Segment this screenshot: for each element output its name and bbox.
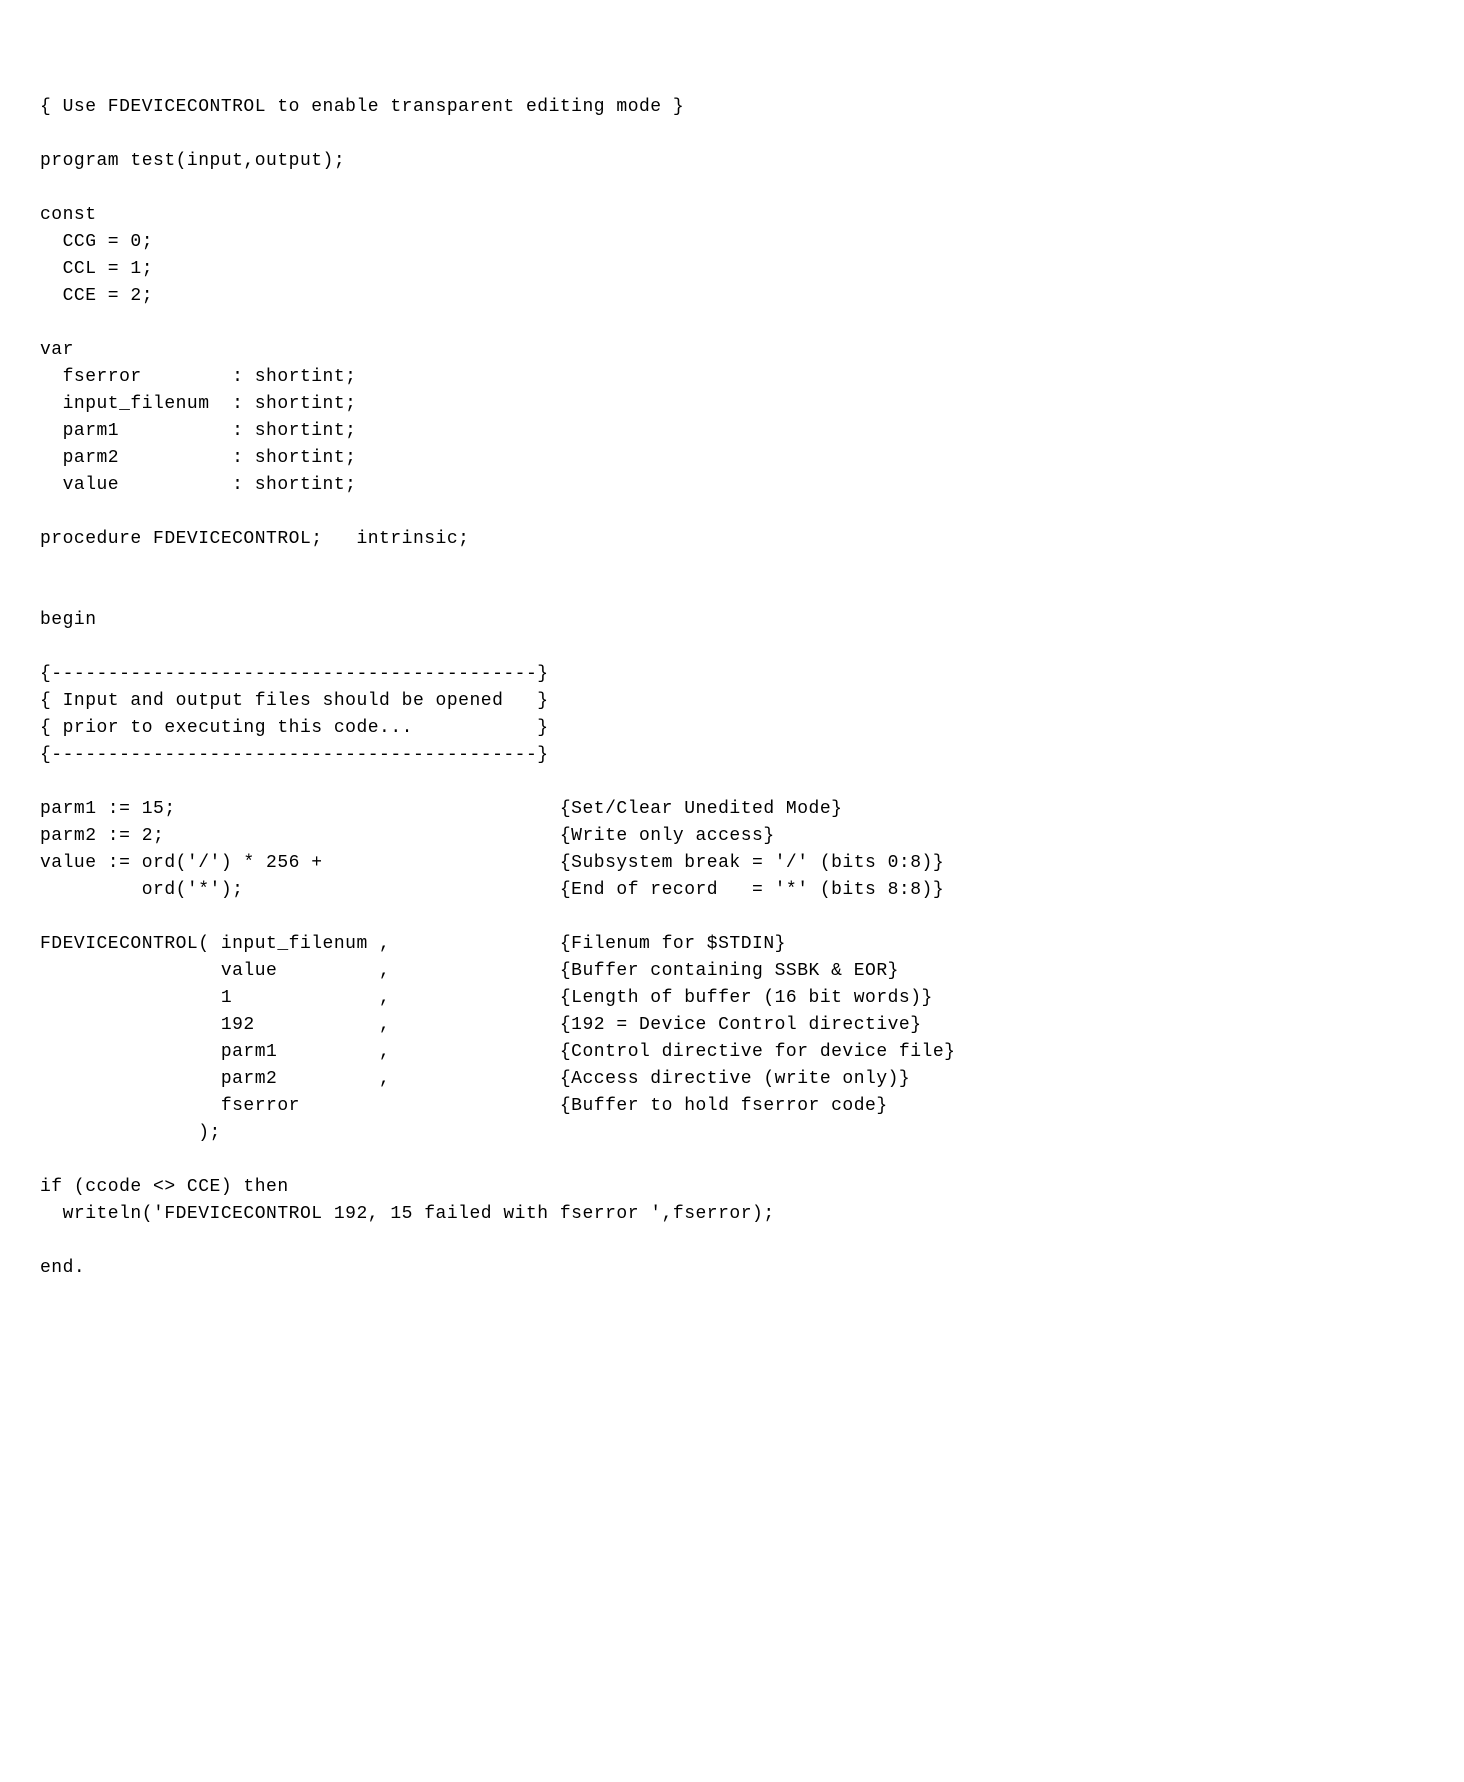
code-line: parm2 , {Access directive (write only)} [40,1069,910,1089]
code-line: parm2 := 2; {Write only access} [40,826,775,846]
code-line: FDEVICECONTROL( input_filenum , {Filenum… [40,934,786,954]
code-line: input_filenum : shortint; [40,394,356,414]
code-line: program test(input,output); [40,151,345,171]
code-line: {---------------------------------------… [40,664,549,684]
code-line: var [40,340,74,360]
code-line: fserror : shortint; [40,367,356,387]
code-line: { prior to executing this code... } [40,718,549,738]
code-line: parm1 := 15; {Set/Clear Unedited Mode} [40,799,842,819]
code-listing: { Use FDEVICECONTROL to enable transpare… [40,94,1424,1282]
code-line: value := ord('/') * 256 + {Subsystem bre… [40,853,944,873]
code-line: {---------------------------------------… [40,745,549,765]
code-line: ord('*'); {End of record = '*' (bits 8:8… [40,880,944,900]
code-line: writeln('FDEVICECONTROL 192, 15 failed w… [40,1204,775,1224]
code-line: 192 , {192 = Device Control directive} [40,1015,922,1035]
code-line: CCL = 1; [40,259,153,279]
code-line: end. [40,1258,85,1278]
code-line: parm1 , {Control directive for device fi… [40,1042,955,1062]
code-line: value , {Buffer containing SSBK & EOR} [40,961,899,981]
code-line: procedure FDEVICECONTROL; intrinsic; [40,529,469,549]
code-line: { Use FDEVICECONTROL to enable transpare… [40,97,684,117]
code-line: if (ccode <> CCE) then [40,1177,289,1197]
code-line: 1 , {Length of buffer (16 bit words)} [40,988,933,1008]
code-line: begin [40,610,97,630]
code-line: parm2 : shortint; [40,448,356,468]
code-line: value : shortint; [40,475,356,495]
code-line: parm1 : shortint; [40,421,356,441]
code-line: const [40,205,97,225]
code-line: { Input and output files should be opene… [40,691,549,711]
code-line: CCG = 0; [40,232,153,252]
code-line: ); [40,1123,221,1143]
code-line: fserror {Buffer to hold fserror code} [40,1096,888,1116]
code-line: CCE = 2; [40,286,153,306]
